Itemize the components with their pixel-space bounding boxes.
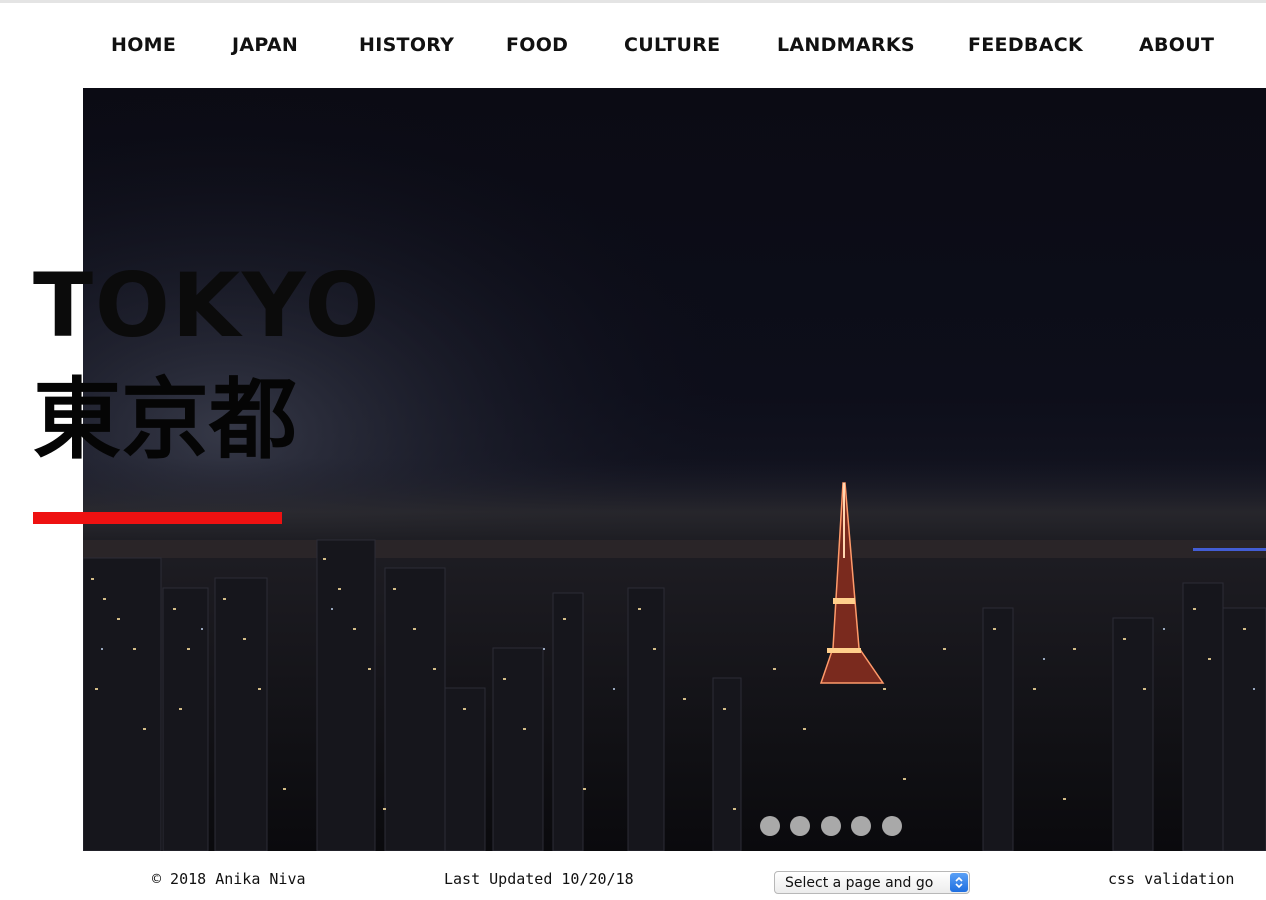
page-select-dropdown[interactable]: Select a page and go [774,871,970,894]
slide-dot-4[interactable] [851,816,871,836]
nav-item-home[interactable]: HOME [111,34,176,56]
last-updated-text: Last Updated 10/20/18 [444,870,634,888]
title-japanese: 東京都 [33,368,298,471]
top-divider [0,0,1266,3]
hero-title: TOKYO 東京都 [33,262,381,470]
title-underline-accent [33,512,282,524]
nav-item-about[interactable]: ABOUT [1139,34,1214,56]
nav-item-landmarks[interactable]: LANDMARKS [777,34,915,56]
nav-item-food[interactable]: FOOD [506,34,568,56]
page: HOME JAPAN HISTORY FOOD CULTURE LANDMARK… [0,0,1266,900]
nav-item-japan[interactable]: JAPAN [232,34,298,56]
nav-item-culture[interactable]: CULTURE [624,34,720,56]
slide-dot-1[interactable] [760,816,780,836]
chevron-up-down-icon [950,873,968,892]
slide-dot-5[interactable] [882,816,902,836]
slide-dot-2[interactable] [790,816,810,836]
nav-item-feedback[interactable]: FEEDBACK [968,34,1083,56]
slide-dot-3[interactable] [821,816,841,836]
nav-item-history[interactable]: HISTORY [359,34,454,56]
css-validation-link[interactable]: css validation [1108,870,1234,888]
copyright-text: © 2018 Anika Niva [152,870,306,888]
title-english: TOKYO [33,254,382,357]
page-select-value: Select a page and go [785,875,934,891]
main-nav: HOME JAPAN HISTORY FOOD CULTURE LANDMARK… [0,34,1266,64]
